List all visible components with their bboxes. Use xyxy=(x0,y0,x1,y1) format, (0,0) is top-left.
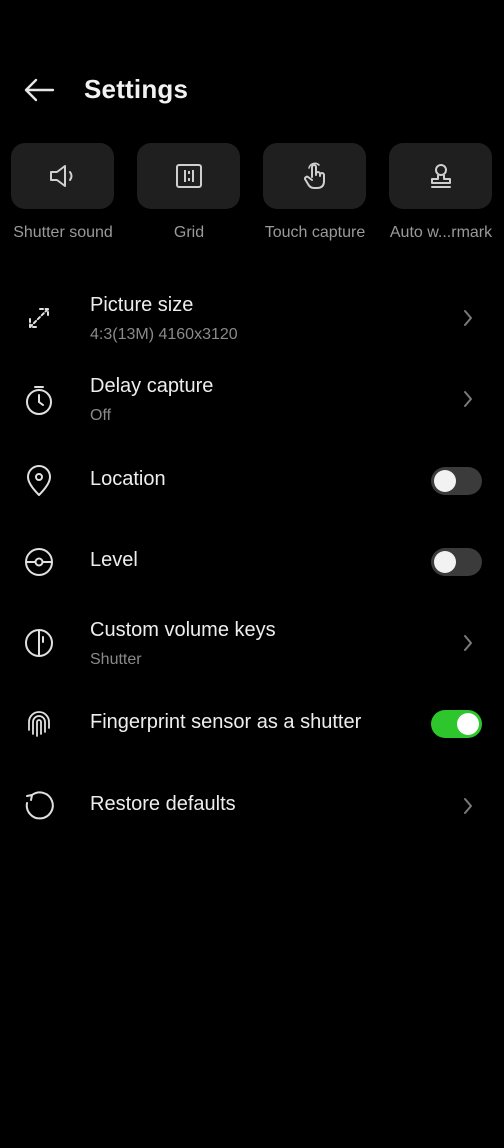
location-toggle[interactable] xyxy=(431,467,482,495)
setting-title: Restore defaults xyxy=(90,793,236,815)
setting-title: Delay capture xyxy=(90,375,214,397)
setting-value: 4:3(13M) 4160x3120 xyxy=(90,326,238,343)
back-arrow-icon xyxy=(24,78,55,102)
quick-tile-box[interactable] xyxy=(11,143,114,209)
setting-title: Level xyxy=(90,549,138,571)
quick-tile-box[interactable] xyxy=(263,143,366,209)
quick-label: Auto w...rmark xyxy=(389,224,493,241)
setting-delay-capture[interactable]: Delay capture Off xyxy=(0,369,504,433)
setting-title: Location xyxy=(90,468,166,490)
page-title: Settings xyxy=(84,74,189,104)
quick-auto-watermark[interactable]: Auto w...rmark xyxy=(378,143,504,241)
quick-settings: Shutter sound Grid Touch capture Auto w.… xyxy=(0,143,504,253)
stamp-icon xyxy=(430,164,451,188)
location-pin-icon xyxy=(20,462,58,500)
restore-icon xyxy=(20,787,58,825)
quick-touch-capture[interactable]: Touch capture xyxy=(252,143,378,241)
quick-grid[interactable]: Grid xyxy=(126,143,252,241)
speaker-icon xyxy=(49,165,72,187)
setting-fingerprint[interactable]: Fingerprint sensor as a shutter xyxy=(0,701,504,747)
back-button[interactable] xyxy=(16,70,62,110)
toggle-knob xyxy=(457,713,479,735)
level-icon xyxy=(20,543,58,581)
quick-label: Touch capture xyxy=(264,224,366,241)
toggle-knob xyxy=(434,551,456,573)
expand-icon xyxy=(20,299,58,337)
fingerprint-icon xyxy=(20,705,58,743)
setting-title: Custom volume keys xyxy=(90,619,276,641)
quick-shutter-sound[interactable]: Shutter sound xyxy=(0,143,126,241)
chevron-right-icon xyxy=(460,306,476,330)
touch-icon xyxy=(303,162,325,189)
setting-value: Shutter xyxy=(90,651,142,668)
quick-tile-box[interactable] xyxy=(389,143,492,209)
setting-picture-size[interactable]: Picture size 4:3(13M) 4160x3120 xyxy=(0,288,504,352)
chevron-right-icon xyxy=(460,631,476,655)
grid-icon xyxy=(175,164,202,188)
setting-volume-keys[interactable]: Custom volume keys Shutter xyxy=(0,613,504,677)
toggle-knob xyxy=(434,470,456,492)
setting-title: Fingerprint sensor as a shutter xyxy=(90,711,362,733)
setting-level[interactable]: Level xyxy=(0,539,504,585)
app-header: Settings xyxy=(0,62,504,118)
setting-location[interactable]: Location xyxy=(0,458,504,504)
timer-icon xyxy=(20,381,58,419)
quick-label: Grid xyxy=(173,224,205,241)
quick-tile-box[interactable] xyxy=(137,143,240,209)
volume-keys-icon xyxy=(20,624,58,662)
chevron-right-icon xyxy=(460,387,476,411)
chevron-right-icon xyxy=(460,794,476,818)
setting-title: Picture size xyxy=(90,294,194,316)
setting-value: Off xyxy=(90,407,112,424)
setting-restore-defaults[interactable]: Restore defaults xyxy=(0,783,504,829)
quick-label: Shutter sound xyxy=(13,224,113,241)
fingerprint-toggle[interactable] xyxy=(431,710,482,738)
level-toggle[interactable] xyxy=(431,548,482,576)
